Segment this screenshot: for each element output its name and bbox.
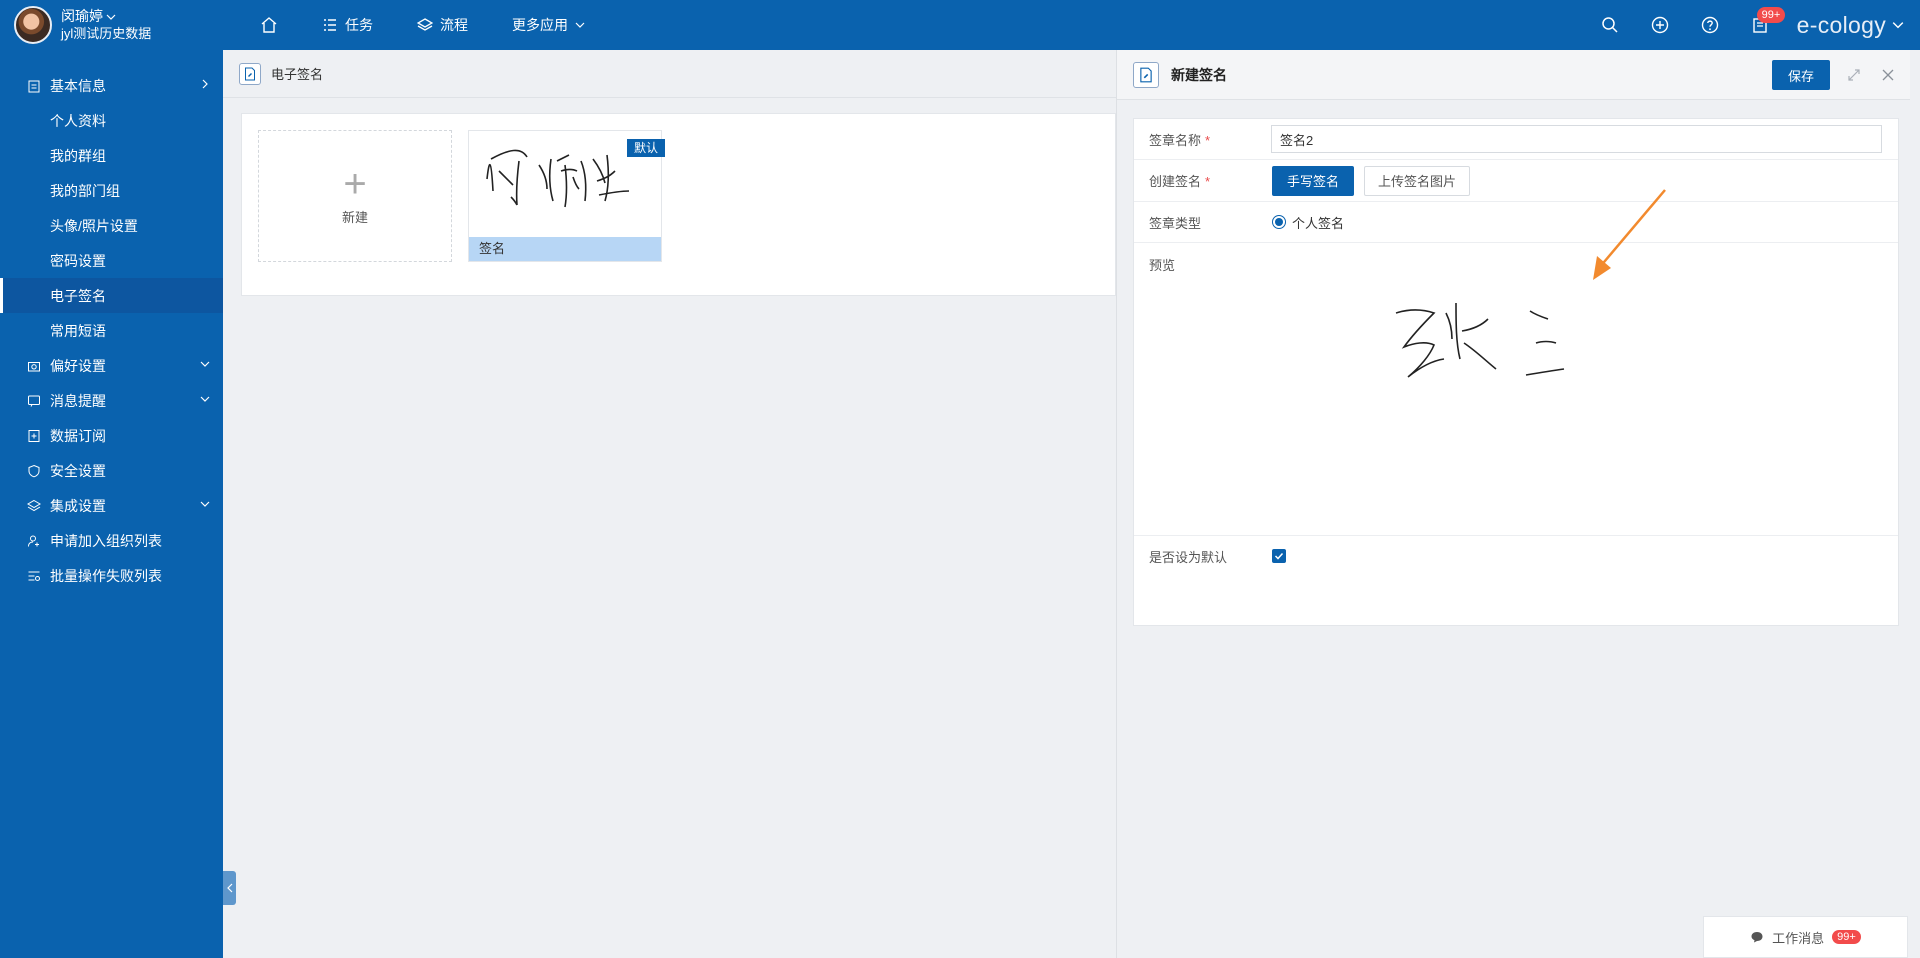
personal-signature-label: 个人签名 [1292,215,1345,231]
sidebar-group-basic[interactable]: 基本信息 [0,68,223,103]
chevron-right-icon [202,79,208,89]
chevron-down-icon [200,396,210,402]
document-icon [239,62,261,85]
sidebar-item-avatar-settings[interactable]: 头像/照片设置 [0,208,223,243]
sidebar-item-profile[interactable]: 个人资料 [0,103,223,138]
sidebar-group-messages[interactable]: 消息提醒 [0,383,223,418]
signature-form: 签章名称* 创建签名* 手写签名 上传签名图片 签章类型 个人签名 预览 [1133,118,1899,626]
user-subtitle: jyl测试历史数据 [61,26,152,41]
search-button[interactable] [1585,0,1635,50]
row-set-default: 是否设为默认 [1134,536,1898,576]
work-message-button[interactable]: 工作消息 99+ [1703,916,1908,958]
check-icon [1274,552,1284,560]
brand-menu[interactable] [1892,19,1920,31]
chevron-down-icon [575,22,585,28]
list-icon [324,19,336,31]
new-signature-panel: 新建签名 保存 签章名称* 创建签名* 手写签名 上传签名图片 签章类 [1116,50,1910,958]
upload-signature-button[interactable]: 上传签名图片 [1364,165,1470,196]
personal-signature-radio[interactable] [1272,215,1286,229]
set-default-checkbox[interactable] [1272,549,1286,563]
avatar[interactable] [14,6,52,44]
layers-icon [27,499,41,511]
signature-caption: 签名 [469,237,661,261]
sidebar-group-subscriptions[interactable]: 数据订阅 [0,418,223,453]
top-bar: 闵瑜婷 jyl测试历史数据 任务 流程 更多应用 99+ e-cology [0,0,1920,50]
plus-circle-icon [1651,16,1668,34]
layers-icon [417,18,433,31]
default-badge: 默认 [626,139,665,157]
list-settings-icon [28,571,40,581]
search-icon [1601,17,1618,33]
signature-thumbnail: 默认 [469,131,665,239]
user-menu[interactable]: 闵瑜婷 jyl测试历史数据 [0,0,223,50]
sidebar-group-preferences[interactable]: 偏好设置 [0,348,223,383]
add-button[interactable] [1635,0,1685,50]
work-message-badge: 99+ [1832,930,1861,944]
save-button[interactable]: 保存 [1772,60,1830,90]
sidebar-group-security[interactable]: 安全设置 [0,453,223,488]
notification-badge: 99+ [1756,7,1786,23]
panel-header: 新建签名 保存 [1117,50,1910,100]
help-icon [1701,16,1718,34]
close-icon [1882,69,1894,81]
sidebar-collapse-handle[interactable] [223,871,236,905]
required-mark: * [1205,174,1211,189]
brand-logo[interactable]: e-cology [1785,12,1892,39]
plus-icon: + [343,161,367,206]
sidebar-item-password[interactable]: 密码设置 [0,243,223,278]
annotation-arrow-icon [1593,189,1666,280]
panel-title: 新建签名 [1171,66,1227,83]
sidebar-item-department-groups[interactable]: 我的部门组 [0,173,223,208]
row-preview: 预览 [1134,243,1898,536]
work-message-label: 工作消息 [1772,930,1825,946]
nav-tasks[interactable]: 任务 [300,0,395,50]
sidebar-group-integration[interactable]: 集成设置 [0,488,223,523]
document-icon [1133,61,1159,88]
user-add-icon [28,535,39,547]
notifications-button[interactable]: 99+ [1735,0,1786,50]
shield-icon [28,464,40,477]
signature-cards: + 新建 默认 签名 [241,113,1116,296]
message-icon [28,395,40,407]
sidebar-item-e-signature[interactable]: 电子签名 [0,278,223,313]
content-header: 电子签名 [223,50,1116,98]
new-signature-card[interactable]: + 新建 [258,130,452,262]
user-name: 闵瑜婷 [61,8,103,24]
signature-card[interactable]: 默认 签名 [468,130,665,262]
row-signature-name: 签章名称 * [1134,119,1898,160]
row-signature-type: 签章类型 个人签名 [1134,202,1898,243]
home-icon [261,17,277,33]
close-button[interactable] [1878,65,1898,85]
sidebar-item-phrases[interactable]: 常用短语 [0,313,223,348]
nav-workflow[interactable]: 流程 [395,0,490,50]
chevron-left-icon [226,883,232,893]
main-nav: 任务 流程 更多应用 [238,0,607,50]
expand-icon [1848,69,1860,81]
subscribe-icon [28,429,40,442]
row-create-signature: 创建签名 * 手写签名 上传签名图片 [1134,160,1898,202]
nav-more-apps[interactable]: 更多应用 [490,0,607,50]
sidebar-group-batch-failures[interactable]: 批量操作失败列表 [0,558,223,593]
chat-icon [1751,932,1763,943]
chevron-down-icon [200,361,210,367]
signature-preview [1395,302,1565,378]
breadcrumb: 电子签名 [271,67,324,82]
chevron-down-icon [1892,22,1904,29]
nav-home[interactable] [238,0,300,50]
camera-icon [28,361,40,371]
sidebar: 基本信息 个人资料 我的群组 我的部门组 头像/照片设置 密码设置 电子签名 常… [0,50,223,958]
chevron-down-icon [106,14,116,20]
sidebar-group-join-org[interactable]: 申请加入组织列表 [0,523,223,558]
expand-button[interactable] [1844,65,1864,85]
signature-name-input[interactable] [1271,125,1882,153]
required-mark: * [1205,132,1211,148]
chevron-down-icon [200,501,210,507]
clipboard-icon [28,80,40,92]
new-signature-label: 新建 [341,209,368,225]
sidebar-item-groups[interactable]: 我的群组 [0,138,223,173]
help-button[interactable] [1685,0,1735,50]
handwrite-signature-button[interactable]: 手写签名 [1272,165,1354,196]
